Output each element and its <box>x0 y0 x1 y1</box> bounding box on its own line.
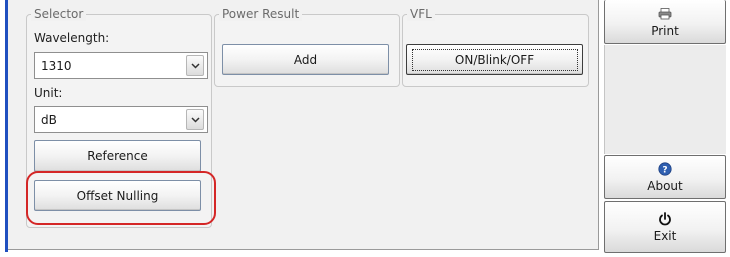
vfl-toggle-button[interactable]: ON/Blink/OFF <box>406 44 583 75</box>
about-button[interactable]: ? About <box>604 155 726 199</box>
about-label: About <box>647 179 683 193</box>
main-panel: Selector Wavelength: 1310 Unit: dB Refer… <box>8 0 599 250</box>
offset-nulling-button[interactable]: Offset Nulling <box>34 180 201 211</box>
print-button[interactable]: Print <box>604 0 726 44</box>
print-label: Print <box>651 23 679 38</box>
selector-group-title: Selector <box>31 7 87 21</box>
wavelength-label: Wavelength: <box>34 31 110 45</box>
vfl-group-title: VFL <box>407 7 435 21</box>
wavelength-select[interactable]: 1310 <box>34 52 208 79</box>
power-result-group-title: Power Result <box>219 7 303 21</box>
unit-select[interactable]: dB <box>34 106 208 133</box>
exit-label: Exit <box>653 229 677 243</box>
sidebar-spacer <box>604 45 726 154</box>
exit-button[interactable]: Exit <box>604 201 726 253</box>
unit-label: Unit: <box>34 86 63 100</box>
svg-text:?: ? <box>662 166 667 176</box>
power-icon <box>658 211 672 227</box>
left-accent-strip <box>0 0 8 257</box>
unit-value: dB <box>41 112 57 127</box>
reference-button[interactable]: Reference <box>34 140 201 172</box>
vfl-toggle-label: ON/Blink/OFF <box>411 48 578 71</box>
add-button[interactable]: Add <box>222 44 389 75</box>
printer-icon <box>658 6 672 22</box>
wavelength-value: 1310 <box>41 58 72 73</box>
chevron-down-icon[interactable] <box>186 55 204 76</box>
chevron-down-icon[interactable] <box>186 109 204 130</box>
help-icon: ? <box>658 161 672 177</box>
